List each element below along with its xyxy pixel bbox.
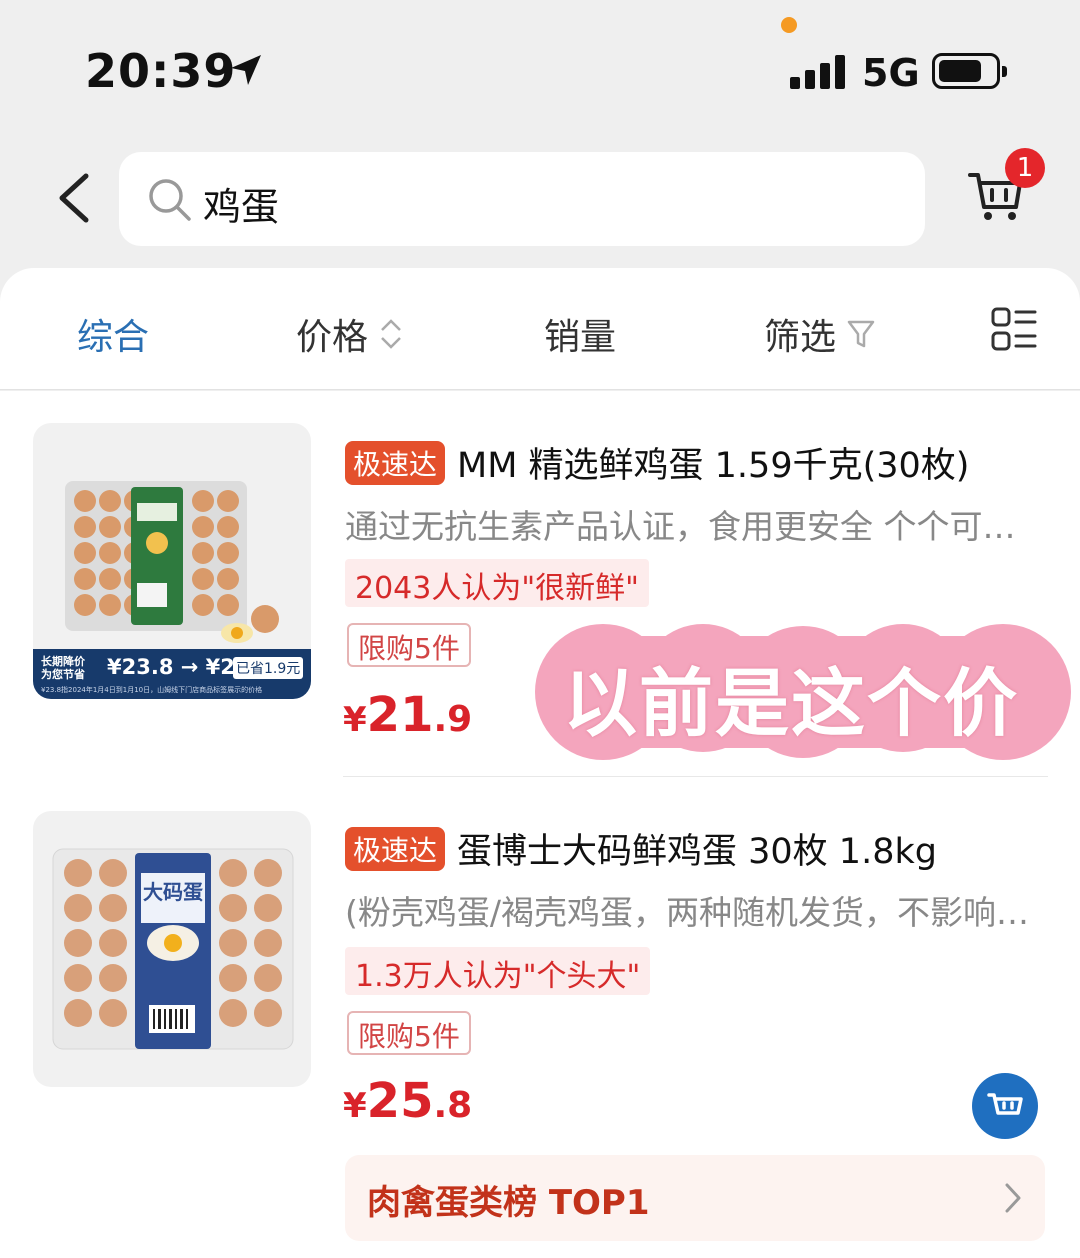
purchase-limit-tag: 限购5件 xyxy=(347,623,471,667)
app-screen: 20:39 5G 鸡蛋 1 综合 价格 销量 筛选 长期降价 为您节省 ¥23.… xyxy=(0,0,1080,1258)
sort-filter[interactable]: 筛选 xyxy=(764,308,876,360)
promo-footnote: ¥23.8指2024年1月4日到1月10日，山姆线下门店商品标签展示的价格 xyxy=(41,686,263,694)
sort-price-label: 价格 xyxy=(296,317,369,358)
product-title[interactable]: 蛋博士大码鲜鸡蛋 30枚 1.8kg xyxy=(457,823,937,874)
annotation-sticker: 以前是这个价 xyxy=(533,622,1080,762)
product-list: 长期降价 为您节省 ¥23.8 → ¥21.9 已省1.9元 ¥23.8指202… xyxy=(0,391,1080,1258)
product-image[interactable]: 大码蛋 xyxy=(33,811,311,1087)
egg-tray-image: 大码蛋 xyxy=(52,848,294,1050)
privacy-indicator-dot xyxy=(781,17,797,33)
product-title-row: 极速达 MM 精选鲜鸡蛋 1.59千克(30枚) xyxy=(345,437,969,488)
purchase-limit-tag: 限购5件 xyxy=(347,1011,471,1055)
ranking-banner[interactable]: 肉禽蛋类榜 TOP1 xyxy=(345,1155,1045,1241)
product-price: ¥21.9 xyxy=(343,687,472,743)
speed-delivery-tag: 极速达 xyxy=(345,440,446,485)
egg-pack-label: 大码蛋 xyxy=(143,880,203,904)
promo-saving-badge: 已省1.9元 xyxy=(233,657,304,679)
battery-icon xyxy=(932,53,1007,89)
search-input[interactable]: 鸡蛋 xyxy=(119,152,925,246)
price-drop-strip: 长期降价 为您节省 ¥23.8 → ¥21.9 已省1.9元 ¥23.8指202… xyxy=(33,649,311,699)
price-currency: ¥ xyxy=(343,1086,367,1126)
review-highlight-tag: 2043人认为"很新鲜" xyxy=(345,559,649,607)
cart-icon xyxy=(987,1093,1023,1115)
product-price: ¥25.8 xyxy=(343,1073,472,1129)
product-title[interactable]: MM 精选鲜鸡蛋 1.59千克(30枚) xyxy=(457,437,969,488)
egg-tray-image xyxy=(65,481,279,643)
price-decimal: .8 xyxy=(433,1085,473,1126)
speed-delivery-tag: 极速达 xyxy=(345,826,446,871)
price-integer: 21 xyxy=(366,687,434,743)
sticker-text: 以前是这个价 xyxy=(563,661,1019,747)
promo-old-price: ¥23.8 xyxy=(107,655,174,679)
status-time: 20:39 xyxy=(85,44,237,98)
sort-sales[interactable]: 销量 xyxy=(544,308,616,360)
sort-sales-label: 销量 xyxy=(544,317,617,358)
product-description: (粉壳鸡蛋/褐壳鸡蛋，两种随机发货，不影响… xyxy=(345,893,1029,932)
filter-funnel-icon xyxy=(847,320,875,348)
price-currency: ¥ xyxy=(343,700,367,740)
sort-arrows-icon xyxy=(381,319,401,349)
promo-label-line2: 为您节省 xyxy=(41,668,85,681)
product-title-row: 极速达 蛋博士大码鲜鸡蛋 30枚 1.8kg xyxy=(345,823,937,874)
signal-strength-icon xyxy=(790,55,846,89)
location-arrow-icon xyxy=(231,55,261,85)
product-card[interactable]: 大码蛋 极速达 蛋博士大码鲜鸡蛋 30枚 1.8kg (粉壳鸡蛋/褐壳鸡蛋，两种… xyxy=(0,777,1080,1258)
layout-toggle-icon[interactable] xyxy=(990,306,1038,354)
ranking-text: 肉禽蛋类榜 TOP1 xyxy=(367,1183,650,1223)
sort-comprehensive[interactable]: 综合 xyxy=(77,308,149,360)
promo-arrow: → xyxy=(180,655,199,679)
product-description: 通过无抗生素产品认证，食用更安全 个个可… xyxy=(345,507,1016,546)
price-decimal: .9 xyxy=(433,699,473,740)
search-query: 鸡蛋 xyxy=(203,185,280,229)
sort-bar: 综合 价格 销量 筛选 xyxy=(0,268,1080,390)
network-type: 5G xyxy=(862,51,920,95)
chevron-right-icon xyxy=(1005,1183,1021,1213)
sort-comprehensive-label: 综合 xyxy=(77,317,150,358)
status-bar: 20:39 5G xyxy=(0,0,1080,130)
sort-price[interactable]: 价格 xyxy=(296,308,406,360)
price-integer: 25 xyxy=(366,1073,434,1129)
product-image[interactable]: 长期降价 为您节省 ¥23.8 → ¥21.9 已省1.9元 ¥23.8指202… xyxy=(33,423,311,699)
search-icon xyxy=(149,179,191,221)
back-button[interactable] xyxy=(50,168,100,228)
add-to-cart-button[interactable] xyxy=(972,1073,1038,1139)
promo-label-line1: 长期降价 xyxy=(41,655,85,668)
review-highlight-tag: 1.3万人认为"个头大" xyxy=(345,947,651,995)
sort-filter-label: 筛选 xyxy=(764,317,837,358)
cart-badge: 1 xyxy=(1005,148,1045,188)
